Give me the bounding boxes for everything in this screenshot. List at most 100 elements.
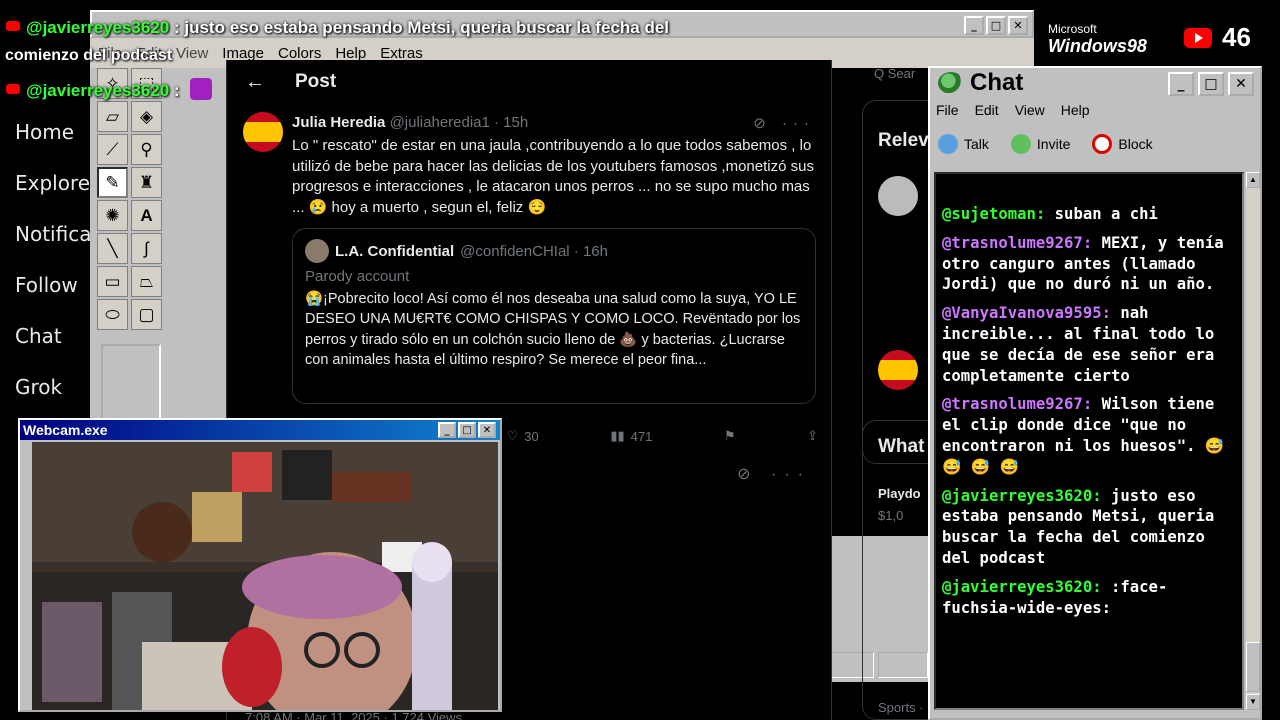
webcam-window: Webcam.exe _ □ ✕ xyxy=(18,418,502,712)
maximize-button[interactable]: □ xyxy=(458,422,476,438)
webcam-scene xyxy=(32,442,498,710)
chat-toolbar: Talk Invite Block xyxy=(930,122,1260,166)
scroll-down-icon[interactable]: ▼ xyxy=(1246,694,1260,710)
quoted-tweet[interactable]: L.A. Confidential @confidenCHIal · 16h P… xyxy=(292,228,816,404)
viewer-counter: 46 xyxy=(1184,22,1251,53)
like-count: 30 xyxy=(524,428,539,444)
minimize-button[interactable]: _ xyxy=(1168,72,1194,96)
like-button[interactable]: ♡ 30 xyxy=(507,428,539,444)
talk-icon xyxy=(938,134,958,154)
nav-chat[interactable]: Chat xyxy=(0,314,95,365)
chat-title: Chat xyxy=(970,69,1024,96)
pencil-icon[interactable]: ✎ xyxy=(97,167,128,198)
whats-happening-heading: What xyxy=(878,436,925,457)
minimize-button[interactable]: _ xyxy=(438,422,456,438)
nav-follow[interactable]: Follow xyxy=(0,263,95,314)
webcam-title: Webcam.exe xyxy=(20,420,500,440)
author-handle: @juliaheredia1 · 15h xyxy=(389,114,529,131)
chat-username[interactable]: @javierreyes3620: xyxy=(942,487,1102,505)
author-name[interactable]: Julia Heredia xyxy=(292,114,385,131)
tweet-text: Lo " rescato" de estar en una jaula ,con… xyxy=(292,137,814,216)
block-label: Block xyxy=(1118,136,1153,152)
menu-help[interactable]: Help xyxy=(1061,102,1090,118)
talk-button[interactable]: Talk xyxy=(938,134,989,154)
ticker-message: @javierreyes3620 : justo eso estaba pens… xyxy=(6,18,669,38)
nav-grok[interactable]: Grok xyxy=(0,365,95,416)
heart-icon: ♡ xyxy=(506,428,519,443)
chat-username[interactable]: @trasnolume9267: xyxy=(942,234,1092,252)
youtube-icon xyxy=(6,21,20,31)
chat-username[interactable]: @VanyaIvanova9595: xyxy=(942,304,1111,322)
curve-icon[interactable]: ∫ xyxy=(131,233,162,264)
chat-message: @trasnolume9267: Wilson tiene el clip do… xyxy=(942,394,1236,477)
x-sidebar-nav: Home Explore Notifica Follow Chat Grok xyxy=(0,110,95,416)
close-button[interactable]: ✕ xyxy=(1008,16,1028,35)
logo-microsoft: Microsoft xyxy=(1048,22,1097,36)
talk-label: Talk xyxy=(964,136,989,152)
trend-title[interactable]: Playdo xyxy=(878,486,921,501)
tweet-menu[interactable]: ⊘ ··· xyxy=(753,114,815,132)
maximize-button[interactable]: □ xyxy=(986,16,1006,35)
chat-message: @sujetoman: suban a chi xyxy=(942,204,1236,225)
close-button[interactable]: ✕ xyxy=(478,422,496,438)
trend-category: Sports · xyxy=(878,700,924,715)
magnifier-icon[interactable]: ⚲ xyxy=(131,134,162,165)
chat-message: @trasnolume9267: MEXI, y tenía otro cang… xyxy=(942,233,1236,295)
chat-username[interactable]: @javierreyes3620: xyxy=(942,578,1102,596)
windows98-logo: Microsoft Windows98 xyxy=(1048,22,1147,57)
chat-message: @VanyaIvanova9595: nah increible... al f… xyxy=(942,303,1236,386)
text-icon[interactable]: A xyxy=(131,200,162,231)
tool-options[interactable] xyxy=(101,344,161,424)
quote-author-handle: @confidenCHIal · 16h xyxy=(460,242,608,260)
scroll-thumb[interactable] xyxy=(1246,642,1260,692)
search-input[interactable]: Q Sear xyxy=(874,66,915,81)
chat-window: Chat _ □ ✕ File Edit View Help Talk Invi… xyxy=(928,66,1262,720)
chat-username[interactable]: @trasnolume9267: xyxy=(942,395,1092,413)
ticker-text: : xyxy=(169,81,185,100)
avatar[interactable] xyxy=(878,176,918,216)
chat-scrollbar[interactable]: ▲ ▼ xyxy=(1246,172,1260,710)
rectangle-icon[interactable]: ▭ xyxy=(97,266,128,297)
stream-chat-ticker: @javierreyes3620 : justo eso estaba pens… xyxy=(0,0,720,110)
bookmark-icon[interactable]: ⚑ xyxy=(724,428,736,444)
emoji-icon xyxy=(190,78,213,100)
ticker-message: @javierreyes3620 : xyxy=(6,78,213,101)
share-icon[interactable]: ⇪ xyxy=(807,428,818,444)
ticker-user: @javierreyes3620 xyxy=(26,81,170,100)
chat-message: @javierreyes3620: justo eso estaba pensa… xyxy=(942,486,1236,569)
line-icon[interactable]: ╲ xyxy=(97,233,128,264)
menu-file[interactable]: File xyxy=(936,102,959,118)
close-button[interactable]: ✕ xyxy=(1228,72,1254,96)
chat-username[interactable]: @sujetoman: xyxy=(942,205,1045,223)
quote-text: 😭¡Pobrecito loco! Así como él nos deseab… xyxy=(305,291,801,368)
chat-titlebar: Chat _ □ ✕ xyxy=(930,68,1260,98)
airbrush-icon[interactable]: ✺ xyxy=(97,200,128,231)
relevant-heading: Relev xyxy=(878,130,929,151)
menu-edit[interactable]: Edit xyxy=(975,102,999,118)
menu-view[interactable]: View xyxy=(1015,102,1045,118)
ellipse-icon[interactable]: ⬭ xyxy=(97,299,128,330)
viewer-count: 46 xyxy=(1222,22,1251,52)
brush-icon[interactable]: ♜ xyxy=(131,167,162,198)
nav-home[interactable]: Home xyxy=(0,110,95,161)
chat-log[interactable]: @sujetoman: suban a chi @trasnolume9267: … xyxy=(934,172,1244,710)
scroll-up-icon[interactable]: ▲ xyxy=(1246,172,1260,188)
nav-notifications[interactable]: Notifica xyxy=(0,212,95,263)
color-picker-icon[interactable]: ⟋ xyxy=(97,134,128,165)
bar-chart-icon: ▮▮ xyxy=(610,428,625,443)
block-button[interactable]: Block xyxy=(1092,134,1153,154)
rounded-rect-icon[interactable]: ▢ xyxy=(131,299,162,330)
avatar[interactable] xyxy=(878,350,918,390)
avatar[interactable] xyxy=(243,112,283,152)
maximize-button[interactable]: □ xyxy=(1198,72,1224,96)
invite-button[interactable]: Invite xyxy=(1010,134,1070,154)
minimize-button[interactable]: _ xyxy=(964,16,984,35)
reply-menu[interactable]: ⊘ ··· xyxy=(737,464,811,484)
block-icon xyxy=(1092,134,1113,154)
polygon-icon[interactable]: ⏢ xyxy=(131,266,162,297)
views-button[interactable]: ▮▮ 471 xyxy=(610,428,652,444)
ticker-text: : justo eso estaba pensando Metsi, queri… xyxy=(169,18,670,37)
ticker-user: @javierreyes3620 xyxy=(26,18,170,37)
youtube-icon xyxy=(1184,27,1212,48)
nav-explore[interactable]: Explore xyxy=(0,161,95,212)
